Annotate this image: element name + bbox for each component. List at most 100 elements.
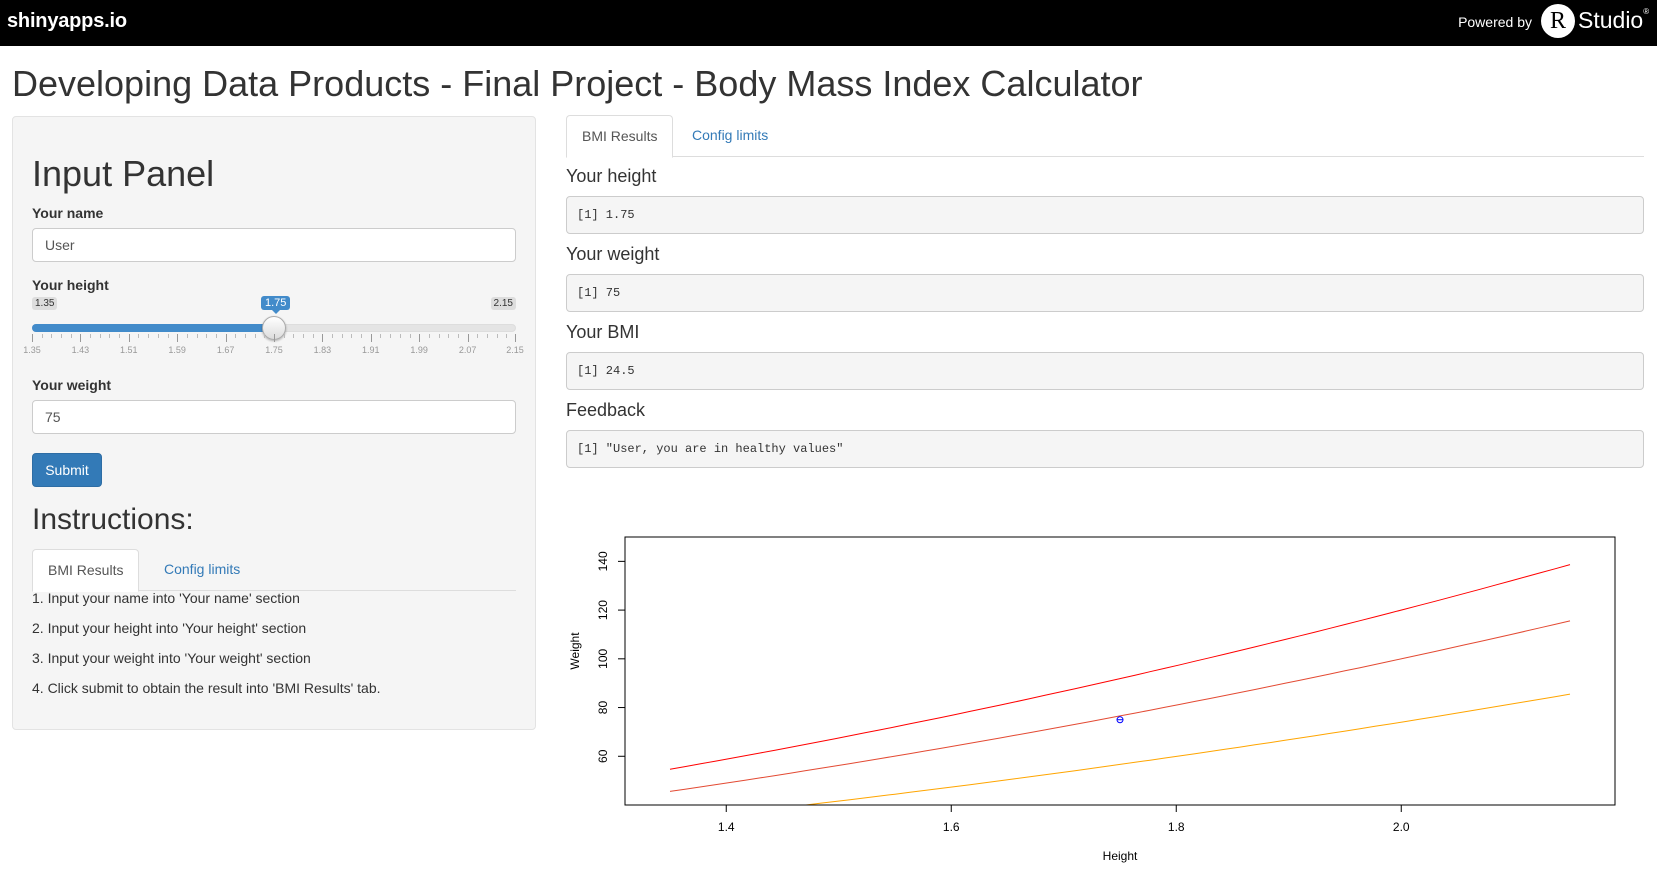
instructions-title: Instructions: (32, 503, 194, 536)
slider-tick-minor (303, 334, 305, 338)
slider-tick-minor (235, 334, 237, 338)
instructions-tabs: BMI Results Config limits (32, 549, 516, 592)
slider-tick-minor (109, 334, 111, 338)
slider-tick-label: 1.59 (168, 345, 186, 355)
slider-tick-major (177, 334, 179, 342)
slider-tick-major (515, 334, 516, 342)
bmi-series-line-1 (669, 620, 1571, 792)
slider-tick-minor (215, 334, 217, 338)
submit-button[interactable]: Submit (32, 453, 102, 487)
slider-tick-minor (448, 334, 450, 338)
weight-input[interactable] (32, 400, 516, 434)
slider-tick-minor (244, 334, 246, 338)
slider-tick-label: 1.99 (410, 345, 428, 355)
registered-mark: ® (1643, 7, 1650, 16)
slider-tick-minor (90, 334, 92, 338)
slider-tick-minor (41, 334, 43, 338)
input-panel-title: Input Panel (32, 153, 215, 194)
tab-config-limits[interactable]: Config limits (677, 115, 783, 157)
slider-tick-major (225, 334, 227, 342)
name-label: Your name (32, 205, 104, 221)
rstudio-wordmark[interactable]: Studio® (1578, 7, 1649, 34)
bmi-output-label: Your BMI (566, 322, 640, 342)
slider-tick-major (322, 334, 324, 342)
list-item: 2. Input your height into 'Your height' … (32, 620, 307, 636)
slider-tick-major (419, 334, 421, 342)
slider-fill (32, 324, 274, 332)
x-axis-label: Height (1103, 849, 1138, 863)
slider-tick-minor (486, 334, 488, 338)
slider-tick-minor (293, 334, 295, 338)
y-tick-label: 120 (596, 600, 610, 620)
height-slider[interactable]: 1.35 2.15 1.75 1.35 1.43 1.51 1.59 1.67 1.75 1… (23, 296, 524, 367)
height-label: Your height (32, 277, 109, 293)
weight-output-label: Your weight (566, 244, 660, 264)
y-tick-label: 140 (596, 551, 610, 571)
slider-tick-minor (138, 334, 140, 338)
slider-tick-label: 1.67 (216, 345, 235, 355)
y-tick-label: 60 (596, 749, 610, 763)
slider-tick-minor (477, 334, 479, 338)
instructions-list: 1. Input your name into 'Your name' sect… (32, 589, 516, 709)
slider-tick-minor (399, 334, 401, 338)
slider-tick-label: 1.51 (120, 345, 138, 355)
slider-tick-label: 1.35 (23, 345, 41, 355)
slider-tick-minor (186, 334, 188, 338)
slider-tick-minor (361, 334, 363, 338)
slider-tick-major (128, 334, 130, 342)
powered-by-text: Powered by (1458, 14, 1532, 30)
input-panel: Input Panel Your name Your height 1.35 2… (12, 116, 536, 730)
slider-tick-minor (254, 334, 256, 338)
y-axis-label: Weight (568, 632, 582, 670)
tab-config-limits[interactable]: Config limits (149, 549, 255, 591)
slider-tick-label: 1.75 (265, 345, 283, 355)
slider-tick-minor (312, 334, 314, 338)
slider-value-label: 1.75 (261, 296, 291, 314)
top-navbar: shinyapps.io Powered by R Studio® (0, 0, 1657, 46)
bmi-chart-svg: 1.4 1.6 1.8 2.0 60 80 100 120 140 Height Weight (568, 536, 1616, 863)
feedback-output-label: Feedback (566, 400, 646, 420)
slider-tick-minor (157, 334, 159, 338)
slider-tick-minor (206, 334, 208, 338)
height-output: [1] 1.75 (566, 196, 1644, 234)
slider-tick-label: 2.07 (458, 345, 477, 355)
slider-tick-minor (341, 334, 343, 338)
y-tick-label: 80 (596, 701, 610, 715)
slider-tick-minor (167, 334, 169, 338)
slider-tick-minor (409, 334, 411, 338)
slider-ticks: 1.35 1.43 1.51 1.59 1.67 1.75 1.83 1.91 1.99 2.07… (23, 334, 524, 364)
slider-tick-minor (351, 334, 353, 338)
slider-tick-minor (61, 334, 63, 338)
tab-bmi-results[interactable]: BMI Results (32, 549, 140, 592)
slider-tick-minor (457, 334, 459, 338)
slider-tick-minor (380, 334, 382, 338)
y-tick-label: 100 (596, 648, 610, 668)
slider-tick-minor (496, 334, 498, 338)
slider-tick-major (80, 334, 82, 342)
name-input[interactable] (32, 228, 516, 262)
x-tick-label: 1.6 (943, 820, 960, 834)
x-tick-label: 2.0 (1393, 820, 1410, 834)
bmi-output: [1] 24.5 (566, 352, 1644, 390)
slider-tick-minor (51, 334, 53, 338)
brand-link[interactable]: shinyapps.io (7, 10, 127, 33)
rstudio-logo-icon[interactable]: R (1541, 4, 1575, 38)
tab-bmi-results[interactable]: BMI Results (566, 115, 674, 158)
bmi-plot: 1.4 1.6 1.8 2.0 60 80 100 120 140 Height Weight (560, 520, 1657, 885)
slider-tick-minor (196, 334, 198, 338)
slider-tick-major (370, 334, 372, 342)
slider-tick-major (274, 334, 275, 342)
slider-tick-minor (264, 334, 266, 338)
bmi-series-line-0 (669, 564, 1571, 770)
list-item: 1. Input your name into 'Your name' sect… (32, 590, 300, 606)
weight-label: Your weight (32, 377, 112, 393)
weight-output: [1] 75 (566, 274, 1644, 312)
slider-max-label: 2.15 (490, 297, 516, 310)
list-item: 4. Click submit to obtain the result int… (32, 680, 381, 696)
slider-tick-minor (283, 334, 285, 338)
slider-tick-label: 2.15 (506, 345, 524, 355)
slider-tick-major (32, 334, 33, 342)
slider-tick-minor (119, 334, 121, 338)
slider-tick-major (467, 334, 469, 342)
list-item: 3. Input your weight into 'Your weight' … (32, 650, 311, 666)
